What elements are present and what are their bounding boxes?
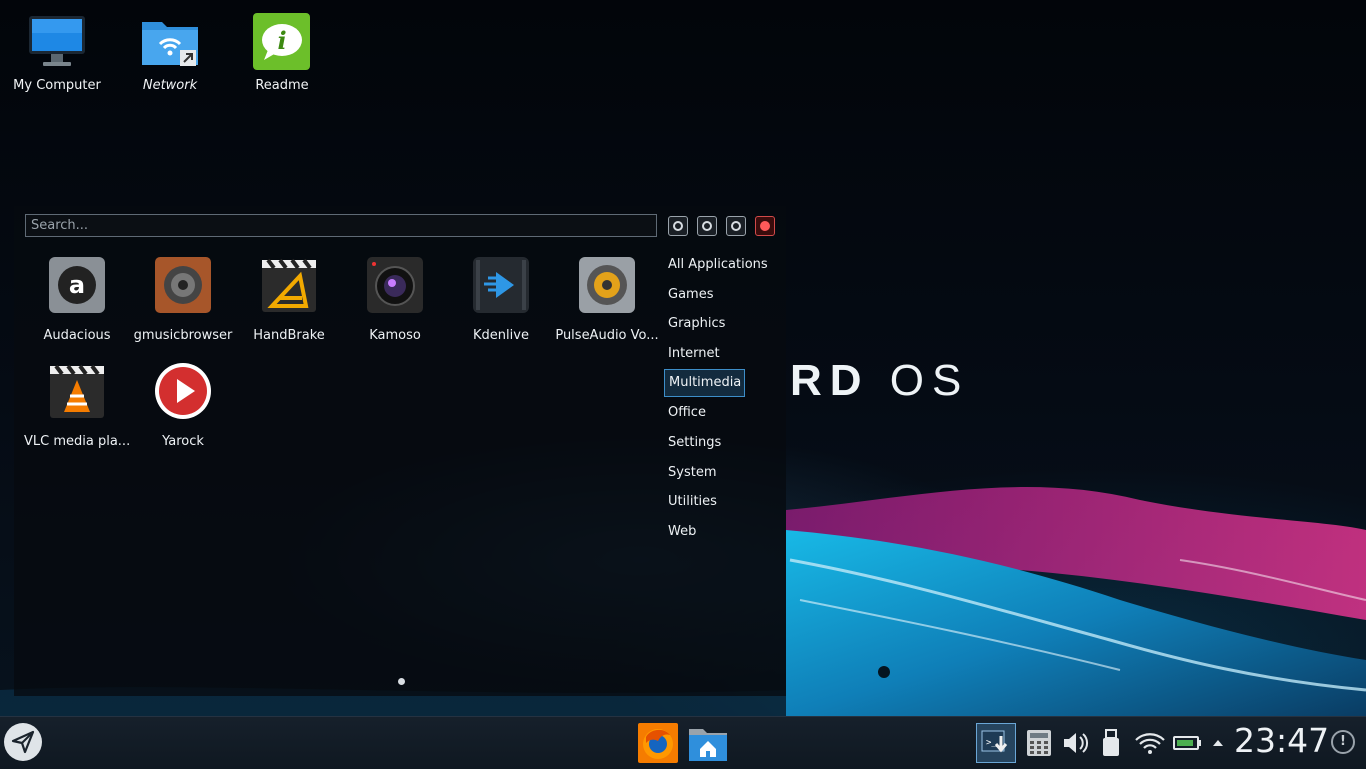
app-label: PulseAudio Vo...	[555, 328, 659, 343]
lock-icon	[673, 221, 683, 231]
taskbar-home-folder[interactable]	[688, 723, 728, 763]
monitor-icon	[27, 12, 87, 72]
calculator-icon[interactable]	[1024, 728, 1054, 758]
svg-text:i: i	[277, 26, 286, 55]
app-audacious[interactable]: a Audacious	[24, 252, 130, 343]
app-handbrake[interactable]: HandBrake	[236, 252, 342, 343]
restart-button[interactable]	[726, 216, 746, 236]
taskbar: >_ 23:47 !	[0, 716, 1366, 769]
shutdown-button[interactable]	[755, 216, 775, 236]
desktop-icon-network[interactable]: Network	[115, 12, 225, 93]
app-label: Kdenlive	[473, 328, 529, 343]
speaker-icon	[154, 256, 212, 314]
notifications-icon[interactable]: !	[1331, 730, 1355, 754]
expand-arrow-icon[interactable]	[1210, 728, 1226, 758]
desktop-icon-readme[interactable]: i Readme	[227, 12, 337, 93]
update-icon[interactable]: >_	[976, 723, 1016, 763]
desktop-icon-label: Network	[142, 78, 198, 93]
search-input[interactable]: Search...	[25, 214, 657, 237]
category-office[interactable]: Office	[664, 398, 774, 428]
vlc-icon	[48, 362, 106, 420]
app-yarock[interactable]: Yarock	[130, 358, 236, 449]
kdenlive-icon	[472, 256, 530, 314]
digital-clock[interactable]: 23:47	[1234, 721, 1329, 760]
app-kdenlive[interactable]: Kdenlive	[448, 252, 554, 343]
logout-icon	[702, 221, 712, 231]
info-icon: i	[252, 12, 312, 72]
wifi-icon[interactable]	[1134, 728, 1166, 758]
svg-text:>_: >_	[986, 738, 997, 748]
app-kamoso[interactable]: Kamoso	[342, 252, 448, 343]
system-tray: >_	[976, 723, 1226, 763]
app-label: Yarock	[162, 434, 204, 449]
taskbar-firefox[interactable]	[638, 723, 678, 763]
app-label: VLC media pla...	[24, 434, 130, 449]
logout-button[interactable]	[697, 216, 717, 236]
page-indicator[interactable]	[398, 678, 405, 685]
app-label: Audacious	[43, 328, 111, 343]
power-buttons	[668, 216, 775, 236]
category-settings[interactable]: Settings	[664, 428, 774, 458]
desktop-icon-my-computer[interactable]: My Computer	[2, 12, 112, 93]
category-all-applications[interactable]: All Applications	[664, 250, 774, 280]
category-graphics[interactable]: Graphics	[664, 309, 774, 339]
svg-text:a: a	[69, 271, 85, 299]
camera-icon	[366, 256, 424, 314]
desktop-icon-label: My Computer	[13, 78, 101, 93]
application-launcher: Search... a Audacious gmusicbrowser Hand…	[14, 206, 786, 696]
category-system[interactable]: System	[664, 458, 774, 488]
category-games[interactable]: Games	[664, 280, 774, 310]
firefox-icon	[638, 723, 678, 763]
category-internet[interactable]: Internet	[664, 339, 774, 369]
wallpaper-brand: RD OS	[790, 356, 970, 405]
lock-button[interactable]	[668, 216, 688, 236]
category-list: All Applications Games Graphics Internet…	[664, 250, 774, 546]
usb-icon[interactable]	[1098, 728, 1124, 758]
app-label: HandBrake	[253, 328, 325, 343]
volume-icon[interactable]	[1060, 728, 1090, 758]
desktop-icon-label: Readme	[255, 78, 309, 93]
app-label: gmusicbrowser	[133, 328, 233, 343]
handbrake-icon	[260, 256, 318, 314]
category-web[interactable]: Web	[664, 517, 774, 547]
shutdown-icon	[760, 221, 770, 231]
home-folder-icon	[689, 729, 727, 761]
volume-knob-icon	[578, 256, 636, 314]
app-label: Kamoso	[369, 328, 421, 343]
network-folder-icon	[140, 12, 200, 72]
paper-plane-icon	[11, 730, 35, 754]
battery-icon[interactable]	[1172, 728, 1204, 758]
app-pulseaudio[interactable]: PulseAudio Vo...	[554, 252, 660, 343]
launcher-button[interactable]	[4, 723, 42, 761]
category-multimedia[interactable]: Multimedia	[664, 369, 745, 398]
restart-icon	[731, 221, 741, 231]
play-icon	[154, 362, 212, 420]
app-vlc[interactable]: VLC media pla...	[24, 358, 130, 449]
app-gmusicbrowser[interactable]: gmusicbrowser	[130, 252, 236, 343]
category-utilities[interactable]: Utilities	[664, 487, 774, 517]
audacious-icon: a	[48, 256, 106, 314]
